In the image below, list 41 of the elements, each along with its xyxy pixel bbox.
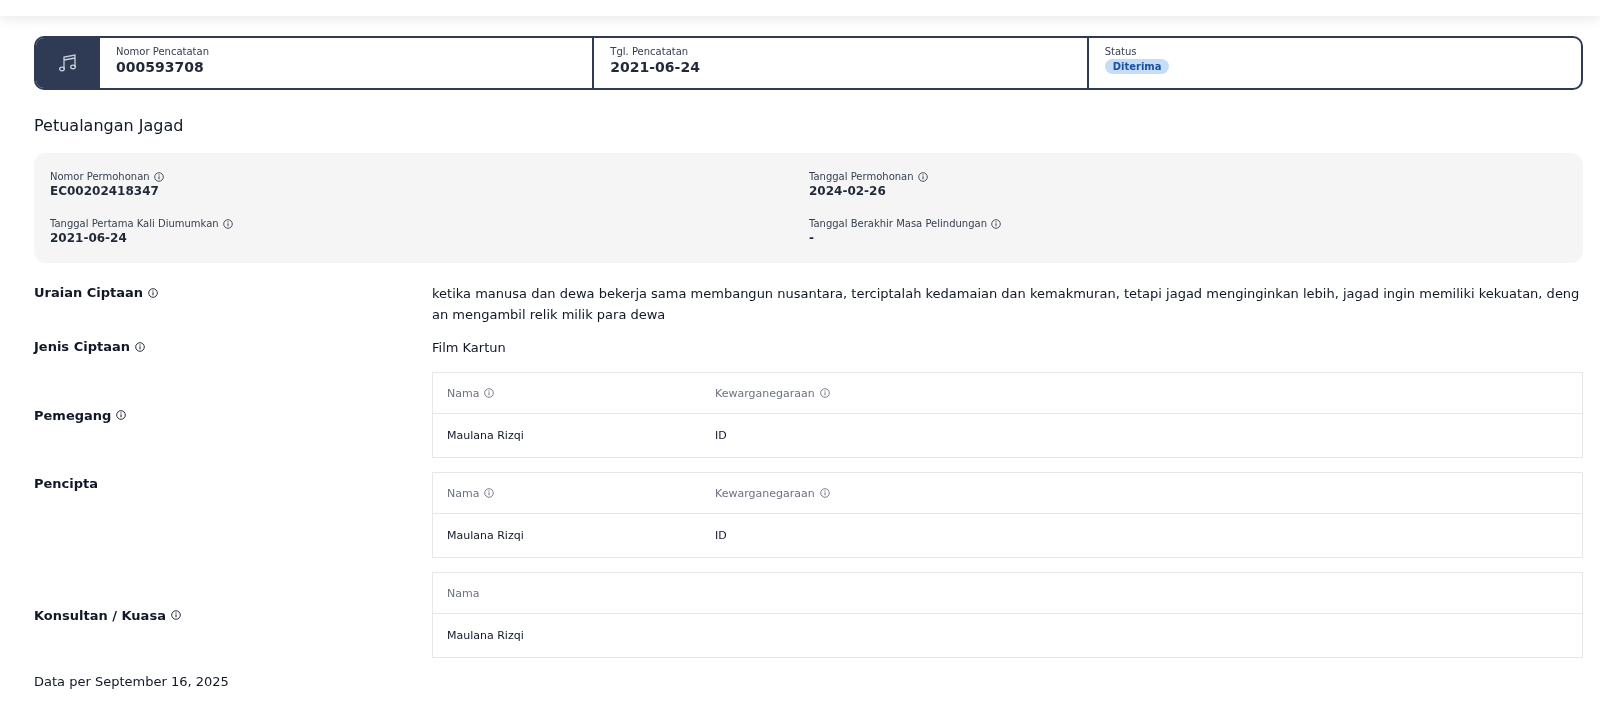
info-icon[interactable] bbox=[148, 287, 159, 298]
info-icon[interactable] bbox=[153, 171, 164, 182]
column-header: Nama bbox=[447, 486, 480, 500]
column-header: Nama bbox=[447, 586, 480, 600]
info-icon[interactable] bbox=[991, 218, 1001, 229]
field-label: Status bbox=[1104, 46, 1137, 57]
column-header: Kewarganegaraan bbox=[715, 386, 815, 400]
field-value: 000593708 bbox=[116, 59, 204, 75]
field-label: Tanggal Pertama Kali Diumumkan bbox=[50, 218, 219, 229]
section-label: Pemegang bbox=[34, 407, 112, 423]
info-icon[interactable] bbox=[917, 171, 928, 182]
field-label: Nomor Pencatatan bbox=[116, 46, 209, 57]
section-value: Film Kartun bbox=[432, 339, 507, 357]
data-date-note: Data per September 16, 2025 bbox=[34, 674, 230, 689]
section-label: Uraian Ciptaan bbox=[34, 285, 144, 300]
field-value: 2024-02-26 bbox=[809, 184, 887, 198]
section-label: Jenis Ciptaan bbox=[34, 339, 130, 354]
field-label: Tgl. Pencatatan bbox=[610, 46, 689, 57]
field-label: Tanggal Permohonan bbox=[809, 171, 914, 182]
section-label: Pencipta bbox=[34, 476, 99, 491]
column-header: Nama bbox=[447, 386, 480, 400]
table-cell-text: Maulana Rizqi bbox=[447, 429, 525, 442]
field-value: 2021-06-24 bbox=[610, 59, 700, 75]
info-icon[interactable] bbox=[116, 410, 127, 420]
table-cell-text: ID bbox=[715, 429, 728, 442]
field-value: 2021-06-24 bbox=[50, 231, 128, 245]
section-value: ketika manusa dan dewa bekerja sama membangun nusantara, terciptalah kedamaian dan kemakmuran, tetapi jagad menginginkan lebih, jagad ingin memiliki kekuatan, dengan mengambil relik milik para dewa bbox=[432, 285, 1581, 324]
table-cell-text: Maulana Rizqi bbox=[447, 529, 525, 542]
field-label: Tanggal Berakhir Masa Pelindungan bbox=[809, 218, 987, 229]
status-badge: Diterima bbox=[1104, 59, 1170, 74]
section-label: Konsultan / Kuasa bbox=[34, 607, 166, 623]
field-label: Nomor Permohonan bbox=[50, 171, 150, 182]
table-cell-text: Maulana Rizqi bbox=[447, 629, 525, 642]
column-header: Kewarganegaraan bbox=[715, 486, 815, 500]
page-title: Petualangan Jagad bbox=[34, 116, 185, 135]
info-icon[interactable] bbox=[222, 218, 233, 229]
table-cell-text: ID bbox=[715, 529, 728, 542]
info-icon[interactable] bbox=[134, 341, 145, 352]
info-icon[interactable] bbox=[170, 610, 181, 620]
field-value: - bbox=[809, 231, 815, 245]
field-value: EC00202418347 bbox=[50, 184, 160, 198]
